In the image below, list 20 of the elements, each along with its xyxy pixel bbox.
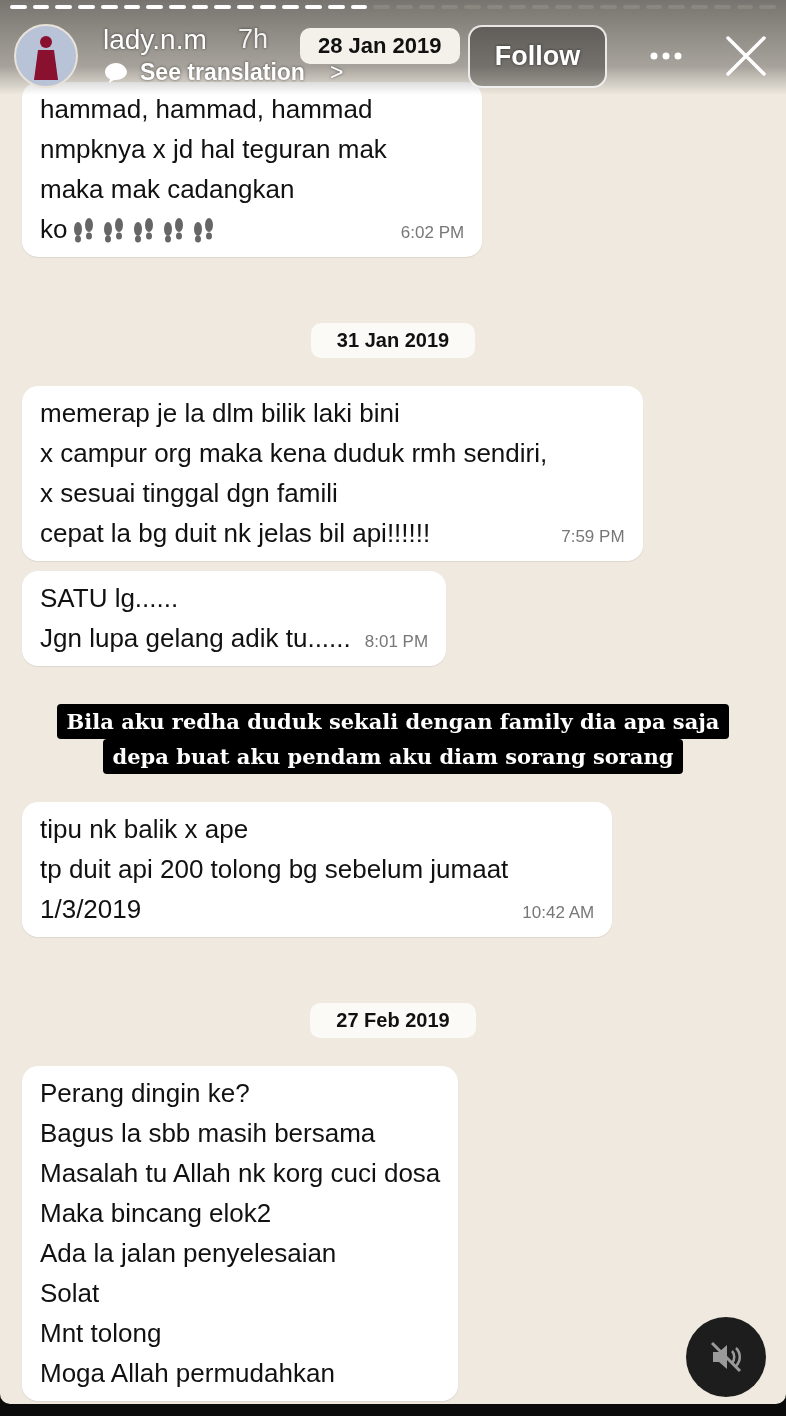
message-text: hammad, hammad, hammad nmpknya x jd hal teguran mak maka mak cadangkan ko [40,93,387,246]
message-time: 6:02 PM [400,223,465,244]
message-text: SATU lg...... Jgn lupa gelang adik tu...... [40,582,351,655]
message-text: memerap je la dlm bilik laki bini x campur org maka kena duduk rmh sendiri, x sesuai tinggal dgn famili cepat la bg duit nk jelas bil api!!!!!! [40,397,548,550]
date-chip: 27 Feb 2019 [310,1003,476,1038]
more-icon[interactable] [650,52,682,60]
message-time: 7:59 PM [561,527,625,548]
post-age: 7h [238,24,269,55]
caption-text: depa buat aku pendam aku diam sorang sorang [102,739,684,774]
username[interactable]: lady.n.m [103,24,207,56]
message-time: 10:42 AM [522,903,595,924]
avatar-icon [14,24,78,88]
caption-text: Bila aku redha duduk sekali dengan family dia apa saja [56,704,730,739]
message-text: tipu nk balik x ape tp duit api 200 tolong bg sebelum jumaat 1/3/2019 [40,813,509,926]
close-icon[interactable] [726,36,766,76]
message-time: 8:01 PM [364,632,429,653]
follow-button[interactable]: Follow [468,25,607,88]
date-chip: 31 Jan 2019 [310,323,476,358]
date-chip: 28 Jan 2019 [300,28,460,64]
message-text: Perang dingin ke? Bagus la sbb masih bersama Masalah tu Allah nk korg cuci dosa Maka bincang elok2 Ada la jalan penyelesaian Solat Mnt tolong Moga Allah permudahkan [40,1077,441,1390]
